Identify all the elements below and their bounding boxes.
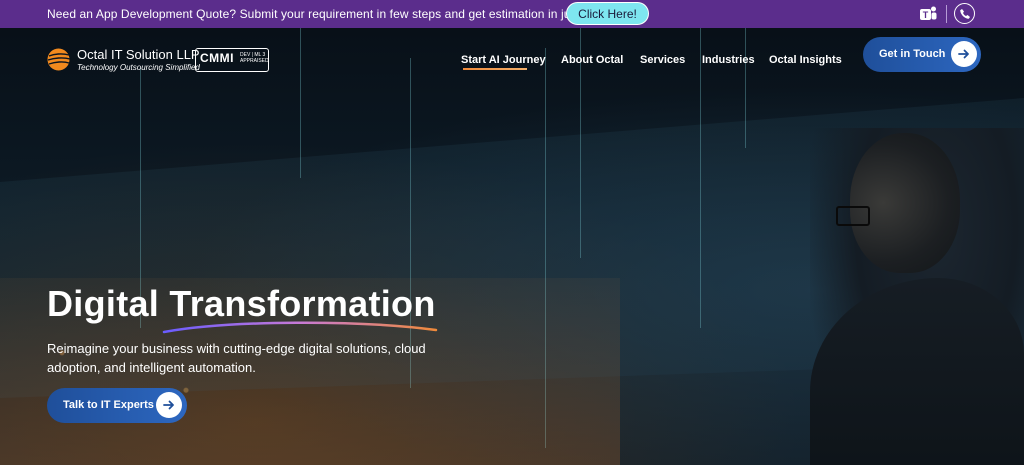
arrow-right-icon xyxy=(951,41,977,67)
octal-logo-icon[interactable] xyxy=(46,47,71,72)
get-in-touch-button[interactable]: Get in Touch xyxy=(863,37,981,72)
get-in-touch-label: Get in Touch xyxy=(879,48,946,60)
talk-to-it-experts-label: Talk to IT Experts xyxy=(63,399,154,411)
cmmi-title: CMMI xyxy=(200,51,234,65)
light-line xyxy=(700,28,701,328)
click-here-button[interactable]: Click Here! xyxy=(566,2,649,25)
nav-octal-insights[interactable]: Octal Insights xyxy=(769,54,842,66)
light-line xyxy=(300,28,301,178)
arrow-right-icon xyxy=(156,392,182,418)
person-head xyxy=(850,133,960,273)
cmmi-appraised: APPRAISED xyxy=(240,58,269,64)
nav-services[interactable]: Services xyxy=(640,54,685,66)
topbar-divider xyxy=(946,5,947,23)
brand-name[interactable]: Octal IT Solution LLP xyxy=(77,47,200,62)
brand-tagline: Technology Outsourcing Simplified xyxy=(77,63,200,72)
svg-text:T: T xyxy=(923,10,929,20)
person-glasses xyxy=(836,206,870,226)
nav-about-octal[interactable]: About Octal xyxy=(561,54,623,66)
light-line xyxy=(745,28,746,148)
title-swoosh-decoration xyxy=(162,321,438,334)
nav-start-ai-journey[interactable]: Start AI Journey xyxy=(461,54,546,66)
cmmi-appraisal: DEV | ML 3 APPRAISED xyxy=(240,52,269,64)
cmmi-badge: CMMI DEV | ML 3 APPRAISED xyxy=(195,48,269,72)
talk-to-it-experts-button[interactable]: Talk to IT Experts xyxy=(47,388,187,423)
nav-active-underline xyxy=(463,68,527,70)
phone-icon[interactable] xyxy=(954,3,975,24)
nav-industries[interactable]: Industries xyxy=(702,54,755,66)
announcement-bar: Need an App Development Quote? Submit yo… xyxy=(0,0,1024,28)
announcement-text: Need an App Development Quote? Submit yo… xyxy=(47,7,633,21)
teams-icon[interactable]: T xyxy=(918,4,938,24)
hero-subtitle: Reimagine your business with cutting-edg… xyxy=(47,341,426,375)
